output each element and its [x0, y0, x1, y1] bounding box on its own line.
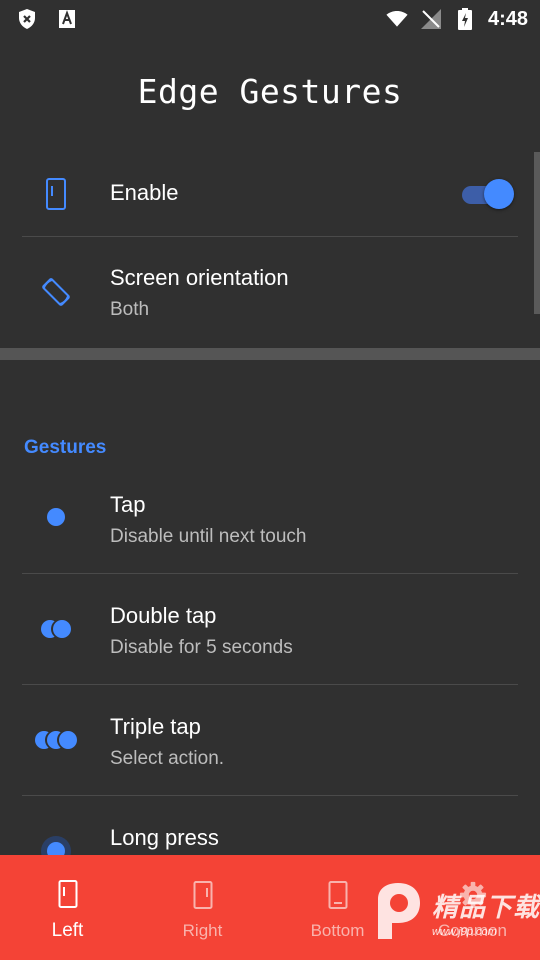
- long-press-dot-icon: [28, 823, 84, 855]
- watermark-title: 精品下载: [432, 891, 540, 922]
- status-time: 4:48: [487, 7, 528, 30]
- phone-left-edge-icon: [54, 878, 82, 910]
- status-bar: 4:48: [0, 0, 540, 38]
- triple-dot-icon: [28, 712, 84, 768]
- gesture-action: Disable for 5 seconds: [110, 637, 293, 658]
- gesture-triple-tap-row[interactable]: Triple tap Select action.: [0, 685, 540, 795]
- font-a-icon: [56, 8, 78, 30]
- section-separator: [0, 348, 540, 360]
- enable-toggle[interactable]: [462, 179, 514, 209]
- nav-left[interactable]: Left: [0, 855, 135, 960]
- gesture-long-press-row[interactable]: Long press: [0, 796, 540, 855]
- gesture-label: Long press: [110, 825, 219, 850]
- enable-label: Enable: [110, 180, 179, 205]
- orientation-label: Screen orientation: [110, 265, 289, 290]
- phone-bottom-edge-icon: [324, 879, 352, 911]
- toggle-thumb: [484, 179, 514, 209]
- shield-x-icon: [16, 8, 38, 30]
- enable-row[interactable]: Enable: [0, 152, 540, 236]
- nav-right[interactable]: Right: [135, 855, 270, 960]
- gesture-label: Double tap: [110, 603, 217, 628]
- no-signal-icon: [420, 8, 442, 30]
- battery-charging-icon: [454, 8, 476, 30]
- gesture-label: Triple tap: [110, 714, 201, 739]
- nav-label: Bottom: [310, 920, 365, 940]
- watermark: 精品下载 www.j9p.com: [370, 872, 540, 952]
- screen-rotation-icon: [28, 264, 84, 320]
- gesture-double-tap-row[interactable]: Double tap Disable for 5 seconds: [0, 574, 540, 684]
- watermark-url: www.j9p.com: [432, 925, 497, 938]
- page-title: Edge Gestures: [137, 72, 403, 111]
- watermark-logo-icon: [370, 881, 426, 943]
- gesture-tap-row[interactable]: Tap Disable until next touch: [0, 462, 540, 573]
- double-dot-icon: [28, 601, 84, 657]
- nav-label: Left: [51, 919, 84, 941]
- phone-edge-icon: [28, 166, 84, 222]
- gesture-label: Tap: [110, 492, 146, 517]
- phone-right-edge-icon: [189, 879, 217, 911]
- single-dot-icon: [28, 489, 84, 545]
- screen-orientation-row[interactable]: Screen orientation Both: [0, 237, 540, 347]
- gesture-action: Select action.: [110, 748, 225, 769]
- gestures-header: Gestures: [24, 437, 107, 458]
- wifi-icon: [386, 8, 408, 30]
- orientation-value: Both: [110, 299, 150, 320]
- gesture-action: Disable until next touch: [110, 526, 307, 547]
- nav-label: Right: [182, 920, 223, 940]
